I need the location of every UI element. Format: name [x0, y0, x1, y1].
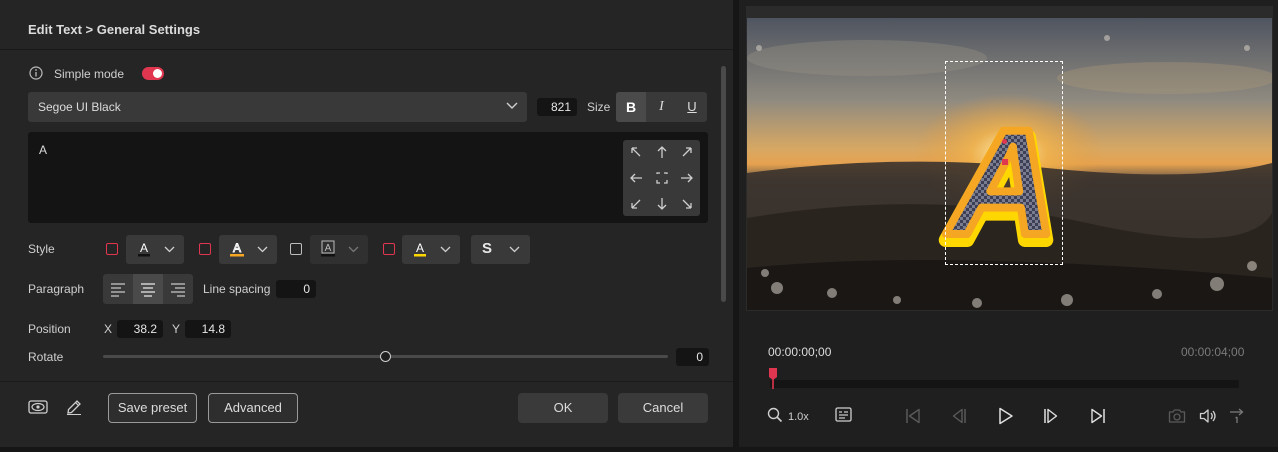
fill-color-dropdown[interactable]: A	[126, 235, 184, 264]
text-input-value: A	[39, 143, 48, 157]
align-left-button[interactable]	[103, 274, 133, 304]
subtitle-icon[interactable]	[835, 407, 852, 422]
anchor-handle[interactable]	[1002, 159, 1008, 165]
font-size-field[interactable]: 821	[537, 98, 577, 116]
rotate-handle[interactable]	[1002, 139, 1007, 144]
paragraph-label: Paragraph	[28, 282, 85, 296]
ok-button[interactable]: OK	[518, 393, 608, 423]
outline2-color-dropdown[interactable]: A	[402, 235, 460, 264]
align-center-button[interactable]	[133, 274, 163, 304]
anchor-grid	[623, 140, 700, 216]
position-x-label: X	[104, 322, 113, 336]
preview-panel: A A 00:00:00;00 00:00:04;00 1.0x	[739, 0, 1278, 447]
svg-text:A: A	[325, 243, 332, 254]
cancel-button[interactable]: Cancel	[618, 393, 708, 423]
scrollbar-thumb[interactable]	[721, 66, 726, 302]
chevron-down-icon	[348, 246, 359, 253]
align-right-button[interactable]	[163, 274, 193, 304]
breadcrumb-title: Edit Text > General Settings	[28, 22, 201, 37]
footer-divider	[0, 381, 733, 382]
rotate-slider-thumb[interactable]	[379, 351, 391, 362]
play-icon[interactable]	[998, 407, 1014, 425]
current-time: 00:00:00;00	[768, 345, 832, 359]
bold-button[interactable]: B	[616, 92, 646, 122]
svg-text:A: A	[416, 241, 424, 255]
preview-frame: A A	[746, 6, 1273, 311]
chevron-down-icon	[257, 246, 268, 253]
background-checkbox[interactable]	[290, 243, 302, 255]
text-settings-panel: Edit Text > General Settings Simple mode…	[0, 0, 733, 447]
underline-button[interactable]: U	[677, 92, 707, 122]
italic-button[interactable]: I	[647, 92, 676, 122]
skip-to-end-icon[interactable]	[1090, 408, 1106, 424]
outline2-checkbox[interactable]	[383, 243, 395, 255]
font-name: Segoe UI Black	[38, 100, 121, 114]
next-frame-icon[interactable]	[1043, 408, 1059, 424]
toggle-knob	[153, 69, 162, 78]
text-color-icon: A	[137, 240, 151, 258]
skip-to-start-icon[interactable]	[905, 408, 921, 424]
outline-color-dropdown[interactable]: A	[219, 235, 277, 264]
simple-mode-toggle[interactable]	[142, 67, 164, 80]
svg-text:A: A	[140, 241, 148, 255]
pencil-icon[interactable]	[65, 398, 83, 416]
outline-checkbox[interactable]	[199, 243, 211, 255]
alignment-group	[103, 274, 193, 304]
svg-text:A: A	[233, 241, 241, 255]
output-settings-icon[interactable]	[1228, 407, 1246, 424]
rotate-label: Rotate	[28, 350, 64, 364]
total-time: 00:00:04;00	[1181, 345, 1245, 359]
panel-header: Edit Text > General Settings	[0, 0, 733, 50]
fill-checkbox[interactable]	[106, 243, 118, 255]
position-x-field[interactable]: 38.2	[117, 320, 163, 338]
advanced-button[interactable]: Advanced	[208, 393, 298, 423]
simple-mode-label: Simple mode	[54, 67, 125, 81]
chevron-down-icon	[440, 246, 451, 253]
zoom-level[interactable]: 1.0x	[788, 411, 809, 423]
shadow-icon: S	[482, 240, 493, 257]
text-input-area[interactable]: A	[28, 132, 708, 223]
volume-icon[interactable]	[1199, 408, 1217, 424]
camera-icon[interactable]	[1168, 408, 1186, 424]
save-preset-button[interactable]: Save preset	[108, 393, 197, 423]
chevron-down-icon	[506, 102, 518, 110]
preview-video[interactable]: A A	[747, 18, 1272, 310]
chevron-down-icon	[164, 246, 175, 253]
shadow-dropdown[interactable]: S	[471, 235, 530, 264]
line-spacing-field[interactable]: 0	[276, 280, 316, 298]
eye-icon[interactable]	[28, 398, 48, 416]
font-select[interactable]: Segoe UI Black	[28, 92, 527, 122]
outline-text-icon: A	[229, 240, 245, 258]
background-color-dropdown[interactable]: A	[310, 235, 368, 264]
position-label: Position	[28, 322, 71, 336]
zoom-icon[interactable]	[767, 407, 783, 423]
line-spacing-label: Line spacing	[203, 282, 271, 296]
text-format-group: B I U	[616, 92, 707, 122]
chevron-down-icon	[509, 246, 520, 253]
previous-frame-icon[interactable]	[951, 408, 967, 424]
text-color-icon: A	[413, 240, 427, 258]
rotate-field[interactable]: 0	[676, 348, 709, 366]
size-label: Size	[587, 100, 611, 114]
background-text-icon: A	[320, 240, 336, 258]
position-y-field[interactable]: 14.8	[185, 320, 231, 338]
style-label: Style	[28, 242, 55, 256]
timeline-track[interactable]	[770, 380, 1239, 388]
info-icon	[29, 66, 43, 80]
playhead[interactable]	[769, 368, 777, 389]
position-y-label: Y	[172, 322, 181, 336]
